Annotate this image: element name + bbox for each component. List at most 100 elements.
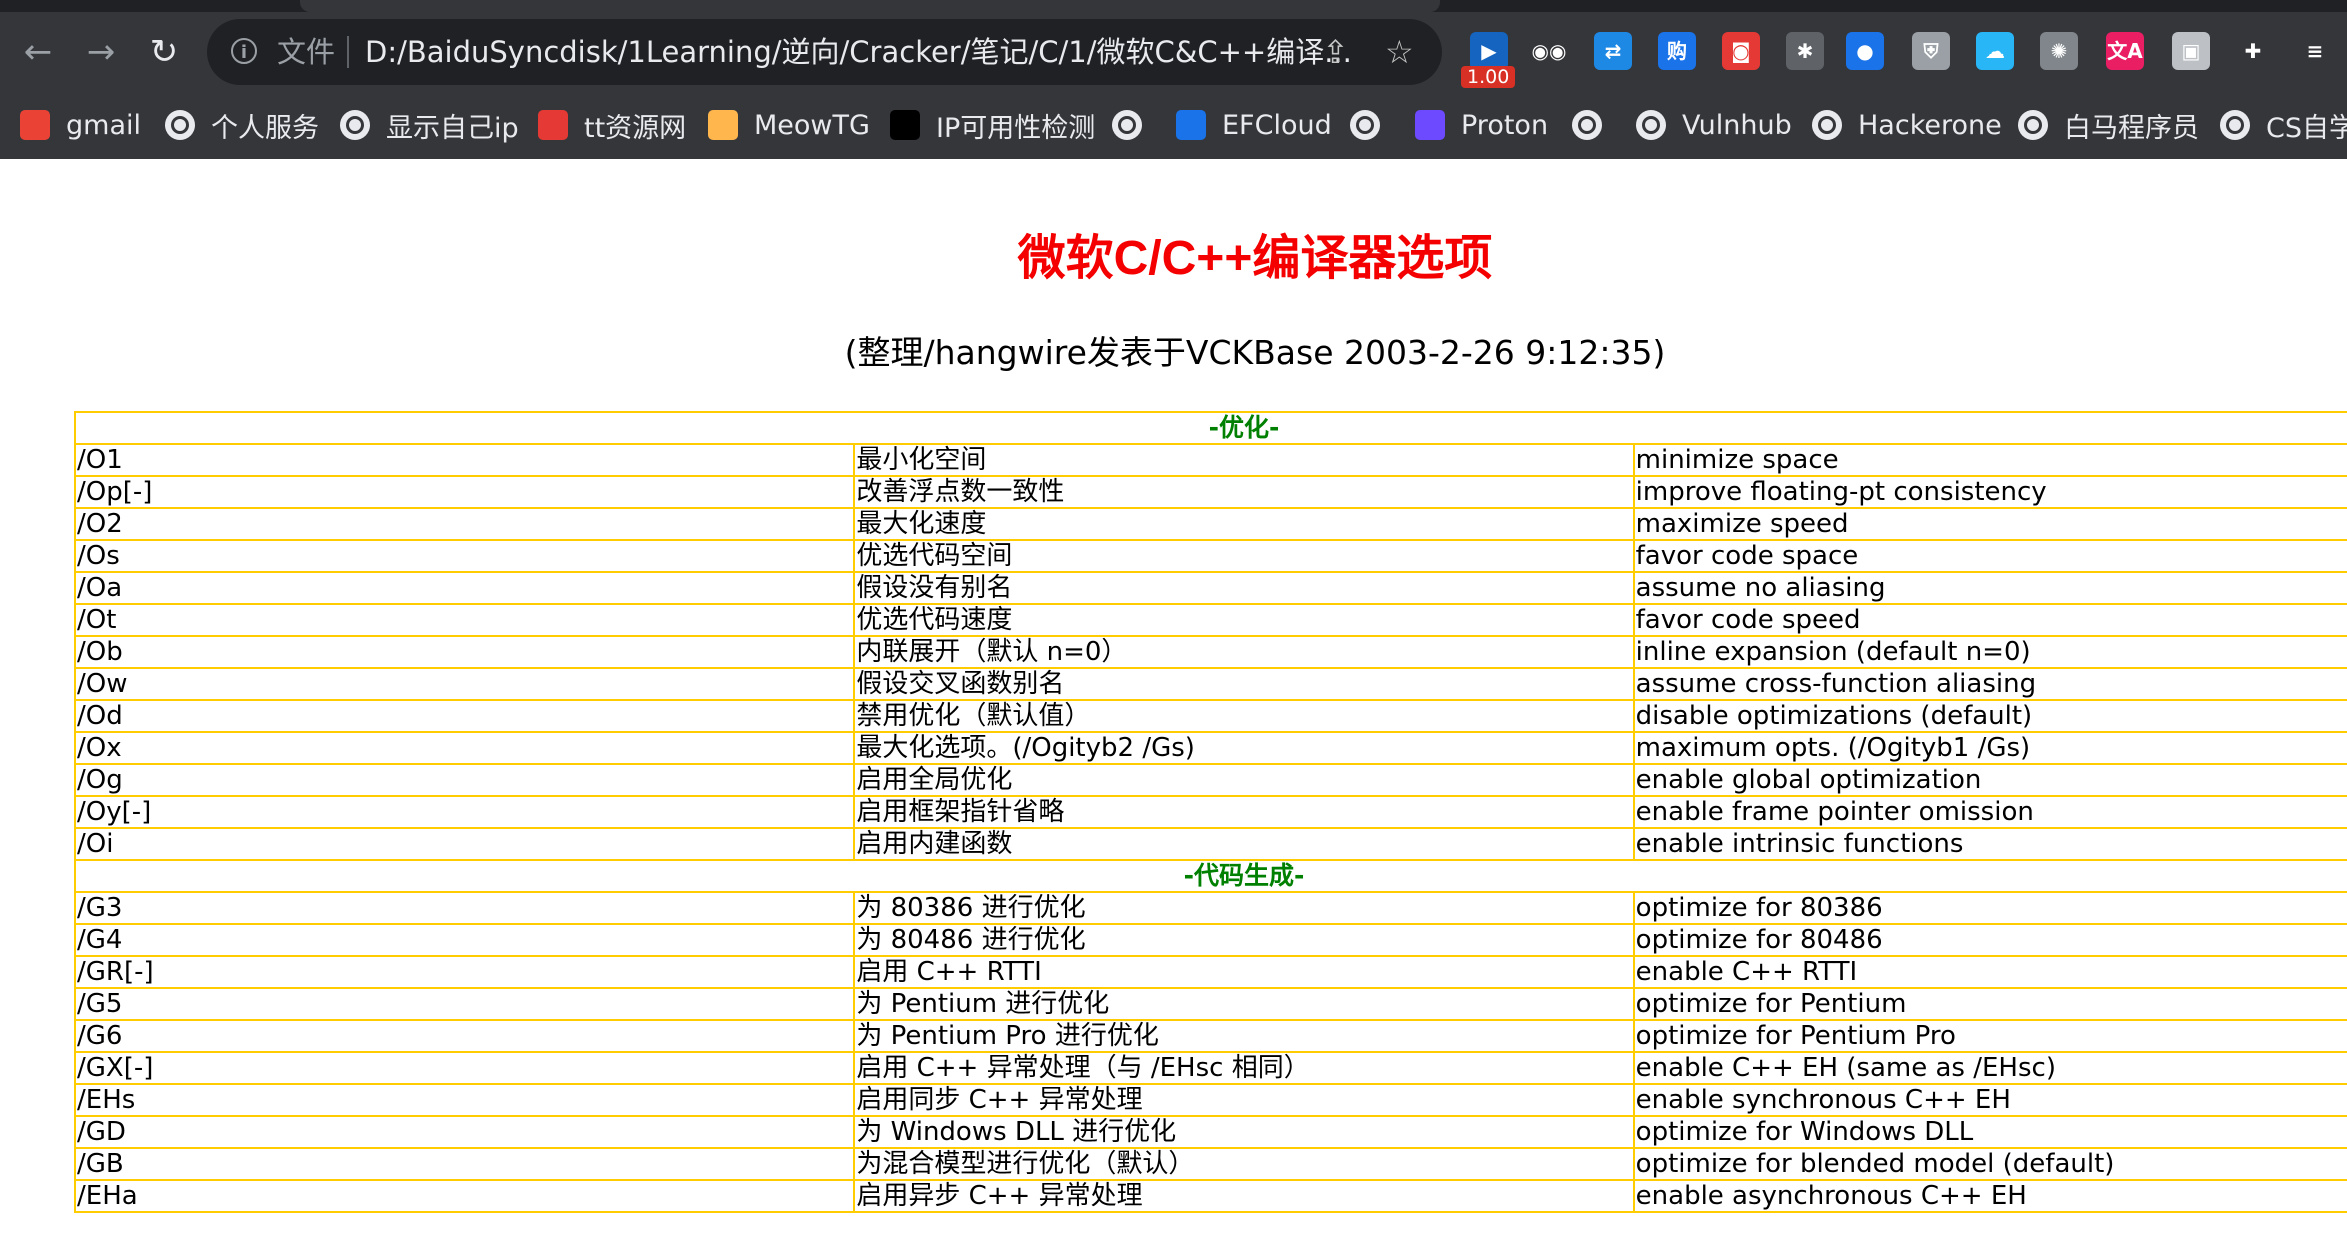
option-switch: /Op[-] xyxy=(73,475,856,509)
bookmark-item[interactable]: 白马程序员 xyxy=(2018,104,2199,146)
reading-list-icon[interactable]: ≡ xyxy=(2296,32,2334,70)
shopping-extension-icon[interactable]: 购 xyxy=(1658,32,1696,70)
table-row: /Od 禁用优化（默认值） disable optimizations (defau… xyxy=(73,699,2347,733)
bookmark-item[interactable]: gmail xyxy=(20,104,141,146)
screenshot-extension-icon[interactable]: ◙ xyxy=(1722,32,1760,70)
table-row: /G4 为 80486 进行优化 optimize for 80486 xyxy=(73,923,2347,957)
bookmark-label: 个人服务 xyxy=(211,112,319,144)
shield-extension-icon[interactable]: ⛨ xyxy=(1912,32,1950,70)
option-description-en: improve floating-pt consistency xyxy=(1632,475,2347,509)
translate-extension-icon[interactable]: ⇄ xyxy=(1594,32,1632,70)
option-description-en: enable C++ EH (same as /EHsc) xyxy=(1632,1051,2347,1085)
bookmark-item[interactable]: tt资源网 xyxy=(538,104,686,146)
table-row: /Op[-] 改善浮点数一致性 improve floating-pt consis… xyxy=(73,475,2347,509)
table-row: /Oa 假设没有别名 assume no aliasing xyxy=(73,571,2347,605)
star-icon[interactable]: ☆ xyxy=(1385,33,1414,71)
image-extension-icon[interactable]: ▣ xyxy=(2172,32,2210,70)
dictionary-extension-icon[interactable]: 文A xyxy=(2106,32,2144,70)
forward-arrow-icon[interactable]: → xyxy=(83,34,119,70)
table-row: /EHs 启用同步 C++ 异常处理 enable synchronous C++ … xyxy=(73,1083,2347,1117)
back-arrow-icon[interactable]: ← xyxy=(20,34,56,70)
option-description-en: optimize for Pentium xyxy=(1632,987,2347,1021)
bookmark-label: gmail xyxy=(66,109,141,141)
section-heading: -代码生成- xyxy=(74,859,2347,893)
option-description-en: optimize for blended model (default) xyxy=(1632,1147,2347,1181)
option-description-zh: 为 80486 进行优化 xyxy=(853,923,1635,957)
bug-extension-icon[interactable]: ✱ xyxy=(1786,32,1824,70)
option-switch: /G4 xyxy=(73,923,856,957)
bookmark-item[interactable]: Proton xyxy=(1415,104,1548,146)
option-switch: /Ow xyxy=(73,667,856,701)
page-title: 微软C/C++编译器选项 xyxy=(1017,232,1493,285)
globe-icon xyxy=(165,110,195,140)
option-description-en: favor code space xyxy=(1632,539,2347,573)
url-text[interactable]: D:/BaiduSyncdisk/1Learning/逆向/Cracker/笔记… xyxy=(365,35,1365,69)
cat-icon xyxy=(708,110,738,140)
section-heading: -优化- xyxy=(74,411,2347,445)
table-row: /Og 启用全局优化 enable global optimization xyxy=(73,763,2347,797)
gmail-icon xyxy=(20,110,50,140)
octopus-extension-icon[interactable]: ✺ xyxy=(2040,32,2078,70)
globe-icon xyxy=(2018,110,2048,140)
table-row: /Ox 最大化选项。(/Ogityb2 /Gs) maximum opts. (/O… xyxy=(73,731,2347,765)
tt-icon xyxy=(538,110,568,140)
tab-strip xyxy=(0,0,2347,12)
option-switch: /Oa xyxy=(73,571,856,605)
option-description-en: optimize for 80386 xyxy=(1632,891,2347,925)
table-row: /G6 为 Pentium Pro 进行优化 optimize for Pentiu… xyxy=(73,1019,2347,1053)
info-icon[interactable]: i xyxy=(231,38,257,64)
address-bar[interactable]: i 文件 D:/BaiduSyncdisk/1Learning/逆向/Crack… xyxy=(207,19,1442,85)
option-description-zh: 启用异步 C++ 异常处理 xyxy=(853,1179,1635,1213)
bookmark-item[interactable] xyxy=(1572,104,1618,146)
share-icon[interactable]: ⇪ xyxy=(1322,33,1349,71)
table-row: /Oi 启用内建函数 enable intrinsic functions xyxy=(73,827,2347,861)
option-switch: /G5 xyxy=(73,987,856,1021)
table-row: /Os 优选代码空间 favor code space xyxy=(73,539,2347,573)
table-row: /GR[-] 启用 C++ RTTI enable C++ RTTI xyxy=(73,955,2347,989)
bookmark-item[interactable] xyxy=(1112,104,1158,146)
options-table: -优化-/O1 最小化空间 minimize space/Op[-] 改善浮点数一致性… xyxy=(73,411,2347,1213)
option-description-zh: 为 80386 进行优化 xyxy=(853,891,1635,925)
bookmark-item[interactable]: MeowTG xyxy=(708,104,870,146)
option-switch: /Ob xyxy=(73,635,856,669)
option-description-en: assume no aliasing xyxy=(1632,571,2347,605)
bookmark-item[interactable]: 个人服务 xyxy=(165,104,319,146)
table-row: /Oy[-] 启用框架指针省略 enable frame pointer omiss… xyxy=(73,795,2347,829)
option-description-zh: 最小化空间 xyxy=(853,443,1635,477)
option-description-en: maximize speed xyxy=(1632,507,2347,541)
option-description-zh: 假设交叉函数别名 xyxy=(853,667,1635,701)
cloud-extension-icon[interactable]: ☁ xyxy=(1976,32,2014,70)
rocket-icon xyxy=(1176,110,1206,140)
table-row: /EHa 启用异步 C++ 异常处理 enable asynchronous C++… xyxy=(73,1179,2347,1213)
blue-orb-extension-icon[interactable]: ● xyxy=(1846,32,1884,70)
speed-extension-icon[interactable]: ▶ xyxy=(1470,32,1508,70)
option-description-zh: 启用同步 C++ 异常处理 xyxy=(853,1083,1635,1117)
bookmark-item[interactable]: Hackerone xyxy=(1812,104,2002,146)
option-switch: /Ot xyxy=(73,603,856,637)
option-switch: /G3 xyxy=(73,891,856,925)
puzzle-extensions-icon[interactable]: ✚ xyxy=(2234,32,2272,70)
bookmark-label: CS自学 xyxy=(2266,112,2347,144)
option-description-zh: 内联展开（默认 n=0） xyxy=(853,635,1635,669)
reload-icon[interactable]: ↻ xyxy=(146,34,182,70)
bookmark-label: EFCloud xyxy=(1222,109,1332,141)
option-description-en: minimize space xyxy=(1632,443,2347,477)
bookmark-item[interactable]: CS自学 xyxy=(2220,104,2347,146)
extension-badge: 1.00 xyxy=(1461,66,1516,88)
bookmark-item[interactable] xyxy=(1350,104,1396,146)
bookmark-item[interactable]: Vulnhub xyxy=(1636,104,1792,146)
globe-icon xyxy=(2220,110,2250,140)
option-description-en: maximum opts. (/Ogityb1 /Gs) xyxy=(1632,731,2347,765)
address-separator xyxy=(347,36,349,68)
bookmark-item[interactable]: IP可用性检测 xyxy=(890,104,1095,146)
bookmark-item[interactable]: 显示自己ip xyxy=(340,104,519,146)
option-description-zh: 启用内建函数 xyxy=(853,827,1635,861)
active-tab[interactable] xyxy=(300,0,1440,12)
option-switch: /Od xyxy=(73,699,856,733)
table-row: /O2 最大化速度 maximize speed xyxy=(73,507,2347,541)
spy-extension-icon[interactable]: ◉◉ xyxy=(1530,32,1568,70)
bookmark-item[interactable]: EFCloud xyxy=(1176,104,1332,146)
option-description-zh: 为 Pentium 进行优化 xyxy=(853,987,1635,1021)
option-switch: /Os xyxy=(73,539,856,573)
globe-icon xyxy=(1350,110,1380,140)
